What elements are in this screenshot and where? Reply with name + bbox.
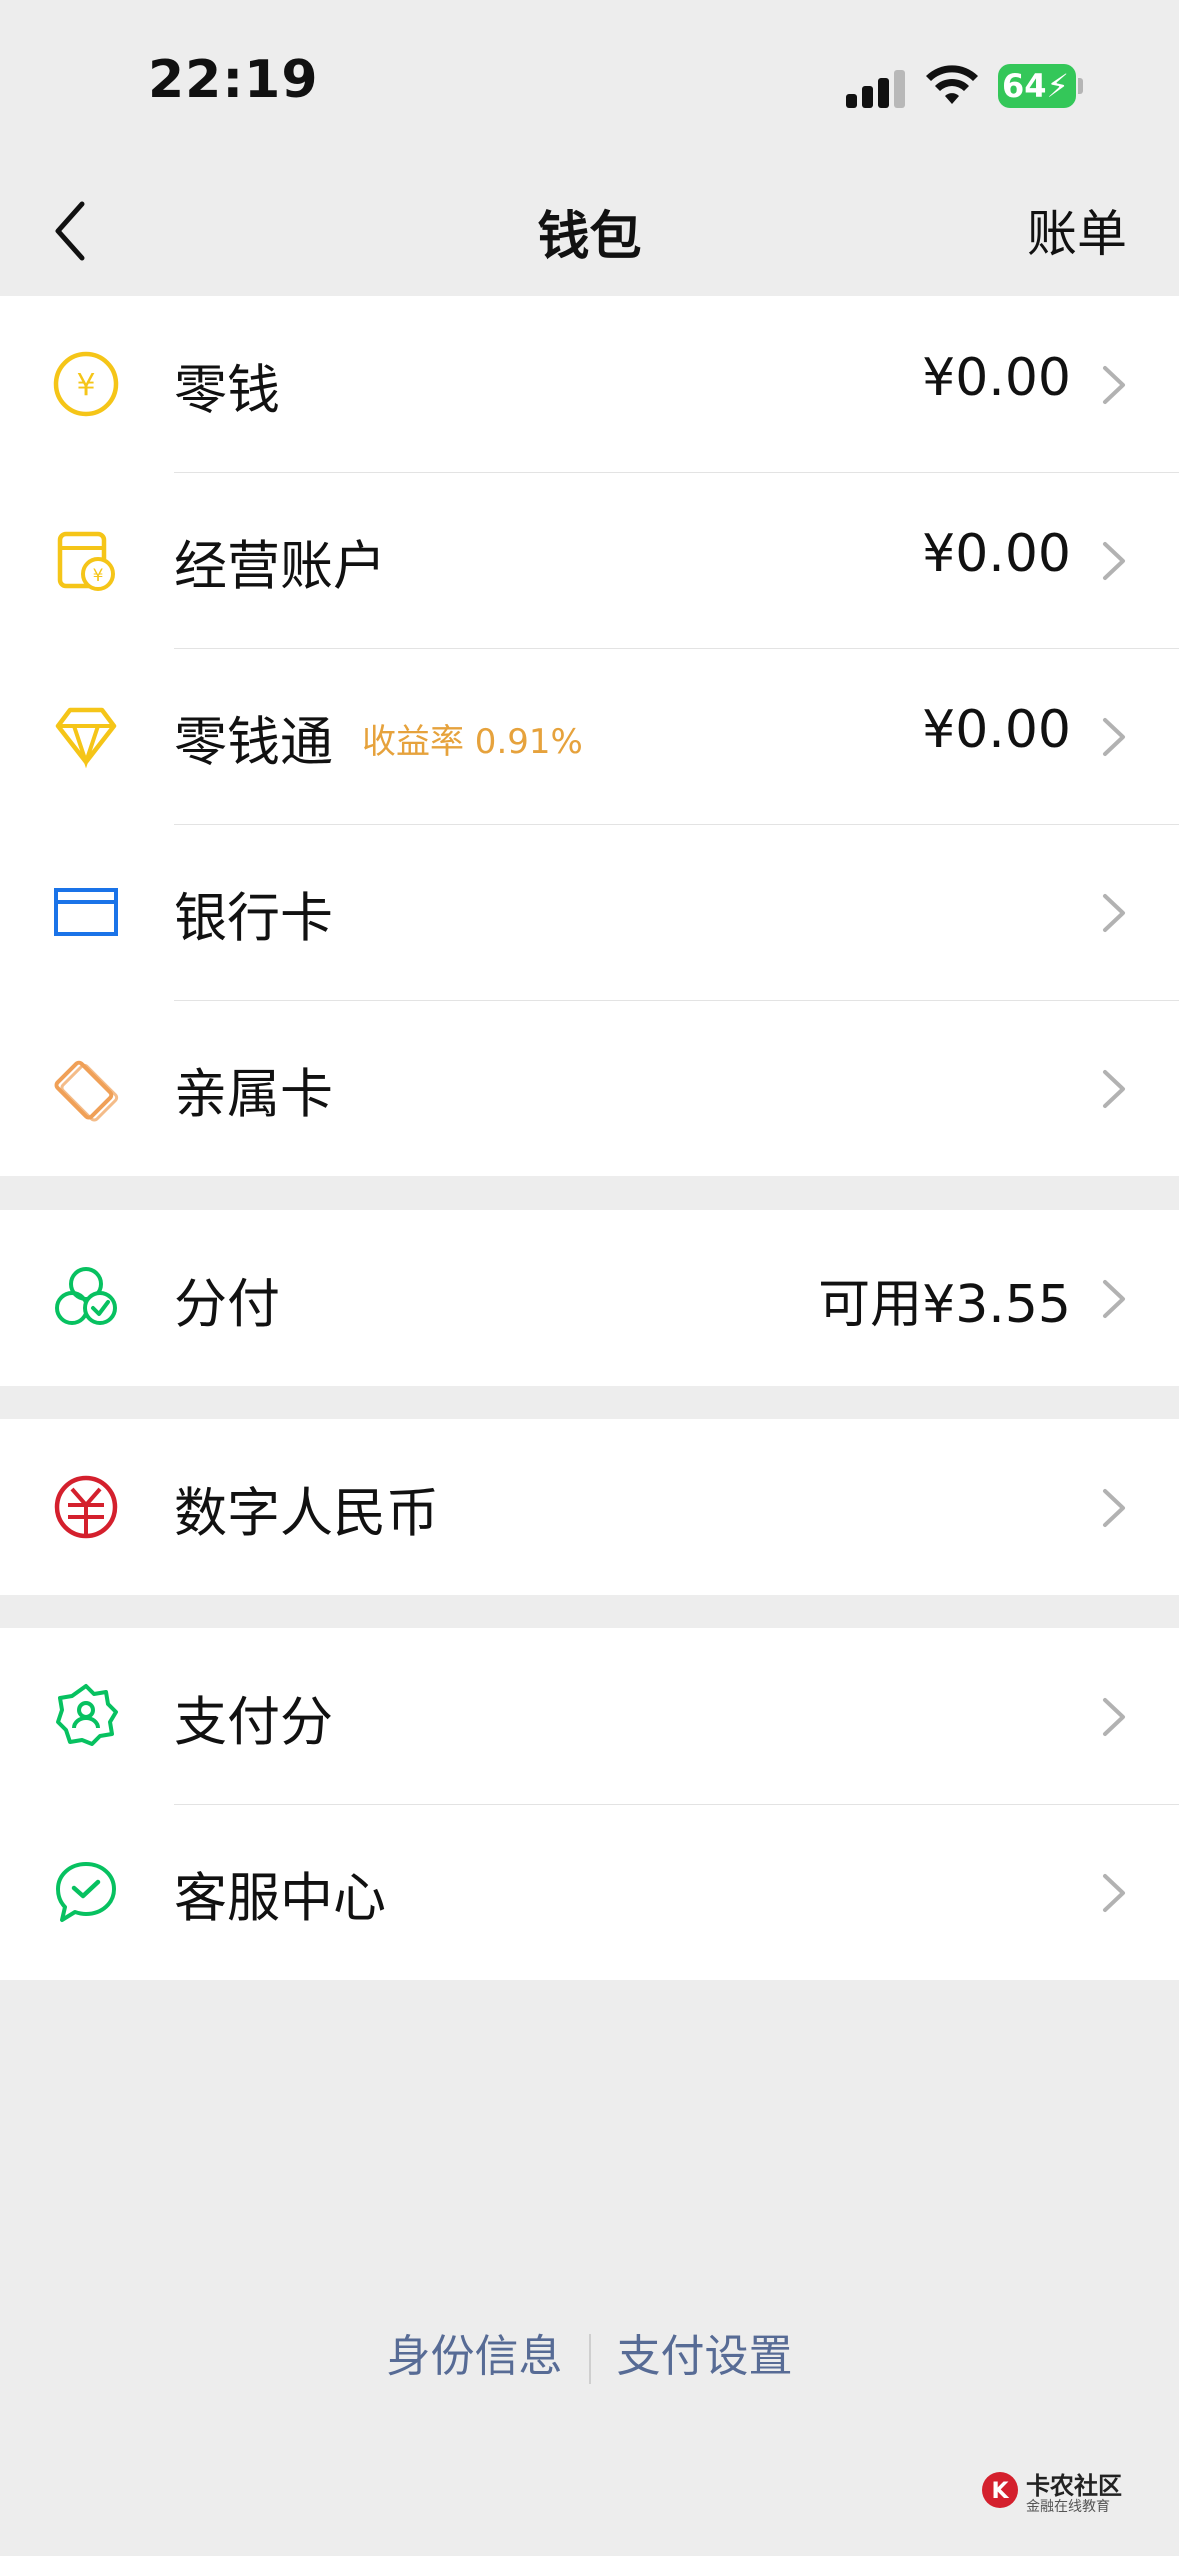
list-item-bank-card[interactable]: 银行卡 bbox=[0, 824, 1179, 1000]
list-item-pay-score[interactable]: 支付分 bbox=[0, 1628, 1179, 1804]
wallet-group-balances: ¥ 零钱 ¥0.00 ¥ 经营账户 ¥0.00 零钱通 收益率 0.91% ¥0… bbox=[0, 296, 1179, 1176]
status-time: 22:19 bbox=[148, 50, 319, 110]
chevron-right-icon bbox=[1103, 1070, 1125, 1108]
chevron-right-icon bbox=[1103, 1698, 1125, 1736]
item-value: ¥0.00 bbox=[922, 524, 1071, 584]
fenfu-icon bbox=[55, 1267, 117, 1325]
charging-icon: ⚡ bbox=[1046, 67, 1069, 105]
item-label: 亲属卡 bbox=[174, 1064, 333, 1125]
digital-rmb-icon bbox=[54, 1475, 118, 1539]
list-item-customer-service[interactable]: 客服中心 bbox=[0, 1804, 1179, 1980]
chevron-right-icon bbox=[1103, 718, 1125, 756]
chevron-right-icon bbox=[1103, 366, 1125, 404]
battery-indicator: 64⚡ bbox=[998, 64, 1076, 108]
item-label: 零钱通 bbox=[174, 712, 333, 773]
item-label: 零钱 bbox=[174, 360, 280, 421]
chevron-right-icon bbox=[1103, 1489, 1125, 1527]
bank-card-icon bbox=[54, 888, 118, 936]
svg-text:K: K bbox=[991, 2479, 1009, 2504]
item-value: 可用¥3.55 bbox=[818, 1275, 1071, 1335]
item-label: 分付 bbox=[174, 1274, 280, 1335]
yield-rate-badge: 收益率 0.91% bbox=[362, 722, 583, 762]
footer-links: 身份信息 支付设置 bbox=[0, 2320, 1179, 2384]
svg-text:¥: ¥ bbox=[76, 368, 95, 403]
wallet-group-credit: 分付 可用¥3.55 bbox=[0, 1210, 1179, 1386]
wallet-group-digital-rmb: 数字人民币 bbox=[0, 1419, 1179, 1595]
family-card-icon bbox=[54, 1060, 119, 1122]
battery-tip bbox=[1078, 78, 1083, 94]
watermark-subtitle: 金融在线教育 bbox=[1026, 2499, 1110, 2515]
list-item-change[interactable]: ¥ 零钱 ¥0.00 bbox=[0, 296, 1179, 472]
diamond-icon bbox=[55, 707, 117, 769]
row-divider bbox=[174, 648, 1179, 649]
row-divider bbox=[174, 1804, 1179, 1805]
item-label: 银行卡 bbox=[174, 888, 333, 949]
list-item-business-account[interactable]: ¥ 经营账户 ¥0.00 bbox=[0, 472, 1179, 648]
item-value: ¥0.00 bbox=[922, 348, 1071, 408]
payment-settings-link[interactable]: 支付设置 bbox=[617, 2320, 793, 2384]
item-label: 支付分 bbox=[174, 1692, 333, 1753]
footer-divider bbox=[588, 2334, 591, 2384]
coin-yen-icon: ¥ bbox=[53, 351, 119, 417]
kanong-logo-icon: K bbox=[982, 2472, 1018, 2508]
watermark: K 卡农社区 金融在线教育 bbox=[980, 2466, 1130, 2526]
wallet-group-services: 支付分 客服中心 bbox=[0, 1628, 1179, 1980]
identity-info-link[interactable]: 身份信息 bbox=[387, 2320, 563, 2384]
page-title: 钱包 bbox=[537, 207, 642, 267]
list-item-family-card[interactable]: 亲属卡 bbox=[0, 1000, 1179, 1176]
pay-score-icon bbox=[56, 1684, 118, 1746]
nav-bar: 钱包 账单 bbox=[0, 170, 1179, 296]
row-divider bbox=[174, 824, 1179, 825]
item-value: ¥0.00 bbox=[922, 700, 1071, 760]
svg-text:¥: ¥ bbox=[93, 566, 104, 586]
chevron-right-icon bbox=[1103, 894, 1125, 932]
row-divider bbox=[174, 1000, 1179, 1001]
chevron-right-icon bbox=[1103, 542, 1125, 580]
chevron-right-icon bbox=[1103, 1280, 1125, 1318]
customer-service-icon bbox=[56, 1862, 116, 1922]
chevron-right-icon bbox=[1103, 1874, 1125, 1912]
list-item-fenfu[interactable]: 分付 可用¥3.55 bbox=[0, 1210, 1179, 1386]
cellular-signal-icon bbox=[846, 68, 908, 108]
list-item-digital-rmb[interactable]: 数字人民币 bbox=[0, 1419, 1179, 1595]
battery-level: 64 bbox=[1002, 67, 1047, 105]
shop-account-icon: ¥ bbox=[57, 531, 115, 591]
list-item-lingqiantong[interactable]: 零钱通 收益率 0.91% ¥0.00 bbox=[0, 648, 1179, 824]
status-bar: 22:19 64⚡ bbox=[0, 0, 1179, 170]
row-divider bbox=[174, 472, 1179, 473]
item-label: 客服中心 bbox=[174, 1868, 386, 1929]
item-label: 数字人民币 bbox=[174, 1483, 439, 1544]
wifi-icon bbox=[926, 65, 978, 104]
bill-button[interactable]: 账单 bbox=[1027, 194, 1127, 266]
item-label: 经营账户 bbox=[174, 536, 386, 597]
